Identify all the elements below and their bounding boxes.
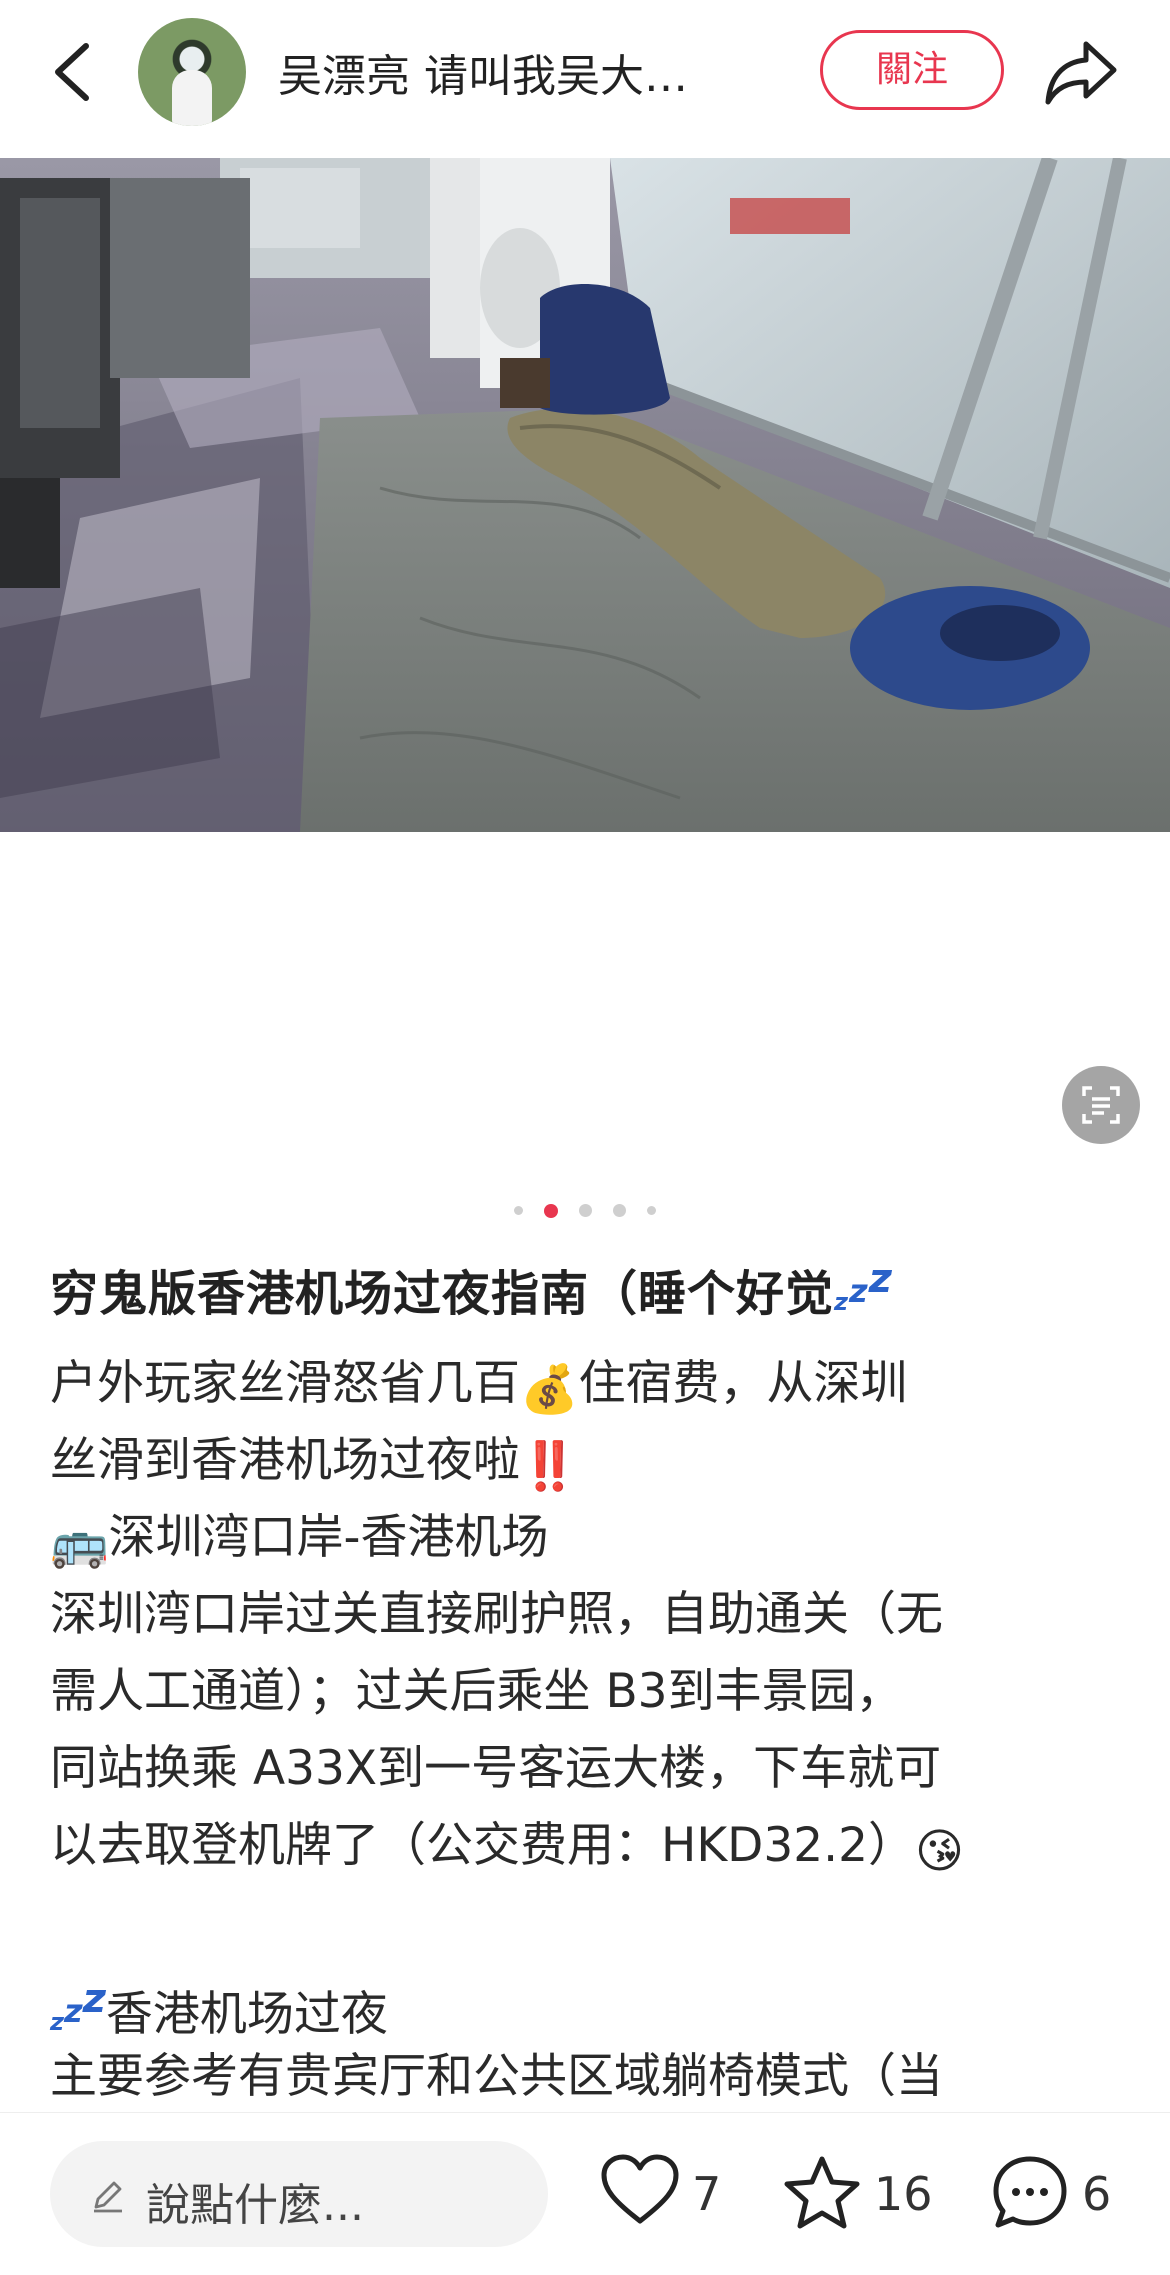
share-arrow-icon <box>1045 41 1117 105</box>
money-bag-icon: 💰 <box>520 1362 579 1417</box>
star-icon <box>784 2156 860 2229</box>
bottom-action-bar: 說點什麼... 7 16 6 <box>0 2112 1170 2275</box>
post-title-text: 穷鬼版香港机场过夜指南（睡个好觉 <box>50 1266 835 1322</box>
bus-icon: 🚌 <box>50 1516 109 1571</box>
comment-placeholder: 說點什麼... <box>146 2180 364 2231</box>
body-line: 丝滑到香港机场过夜啦‼️ <box>50 1422 1130 1499</box>
author-avatar[interactable] <box>138 18 246 126</box>
post-body: 户外玩家丝滑怒省几百💰住宿费，从深圳 丝滑到香港机场过夜啦‼️ 🚌深圳湾口岸-香… <box>50 1345 1130 2115</box>
collect-count: 16 <box>874 2167 933 2221</box>
body-line: zzz香港机场过夜 <box>50 1976 388 2042</box>
post-title: 穷鬼版香港机场过夜指南（睡个好觉zzz <box>50 1254 893 1324</box>
share-button[interactable] <box>1042 34 1122 110</box>
follow-button[interactable]: 關注 <box>820 30 1004 110</box>
author-name[interactable]: 吴漂亮 请叫我吴大… <box>278 40 688 104</box>
pencil-icon <box>94 2181 122 2213</box>
back-button[interactable] <box>44 32 108 112</box>
zzz-icon: zzz <box>50 1976 106 2036</box>
comment-input[interactable]: 說點什麼... <box>50 2141 548 2247</box>
carousel-dot-active[interactable] <box>543 1203 558 1218</box>
body-line: 同站换乘 A33X到一号客运大楼，下车就可 <box>50 1741 942 1796</box>
comment-button[interactable]: 6 <box>990 2149 1130 2241</box>
body-line: 深圳湾口岸过关直接刷护照，自助通关（无 <box>50 1587 943 1642</box>
collect-button[interactable]: 16 <box>782 2149 933 2241</box>
heart-icon <box>601 2154 679 2224</box>
top-bar: 吴漂亮 请叫我吴大… 關注 <box>0 0 1170 158</box>
carousel-dot[interactable] <box>513 1206 523 1215</box>
carousel-dot[interactable] <box>647 1206 657 1215</box>
comment-count: 6 <box>1082 2167 1112 2221</box>
post-photo[interactable] <box>0 158 1170 832</box>
body-line: 户外玩家丝滑怒省几百💰住宿费，从深圳 <box>50 1345 1130 1422</box>
speech-bubble-icon <box>993 2156 1067 2228</box>
carousel-dot[interactable] <box>579 1204 592 1217</box>
body-line: 以去取登机牌了（公交费用：HKD32.2）😘 <box>50 1807 1130 1884</box>
body-line: 主要参考有贵宾厅和公共区域躺椅模式（当 <box>50 2049 943 2104</box>
airport-floor-image <box>0 158 1170 832</box>
blush-face-icon: 😘 <box>915 1824 965 1879</box>
like-button[interactable]: 7 <box>600 2149 730 2241</box>
body-line: 🚌深圳湾口岸-香港机场 <box>50 1499 1130 1576</box>
carousel-indicator <box>0 1200 1170 1222</box>
like-count: 7 <box>692 2167 722 2221</box>
double-exclamation-icon: ‼️ <box>520 1439 579 1494</box>
text-scan-button[interactable] <box>1062 1066 1140 1144</box>
zzz-icon: zzz <box>834 1256 893 1316</box>
text-scan-icon <box>1082 1086 1120 1124</box>
carousel-dot[interactable] <box>613 1204 627 1217</box>
chevron-left-icon <box>55 43 89 101</box>
photo-padding <box>0 832 1170 1160</box>
body-line: 需人工通道）；过关后乘坐 B3到丰景园， <box>50 1664 903 1719</box>
